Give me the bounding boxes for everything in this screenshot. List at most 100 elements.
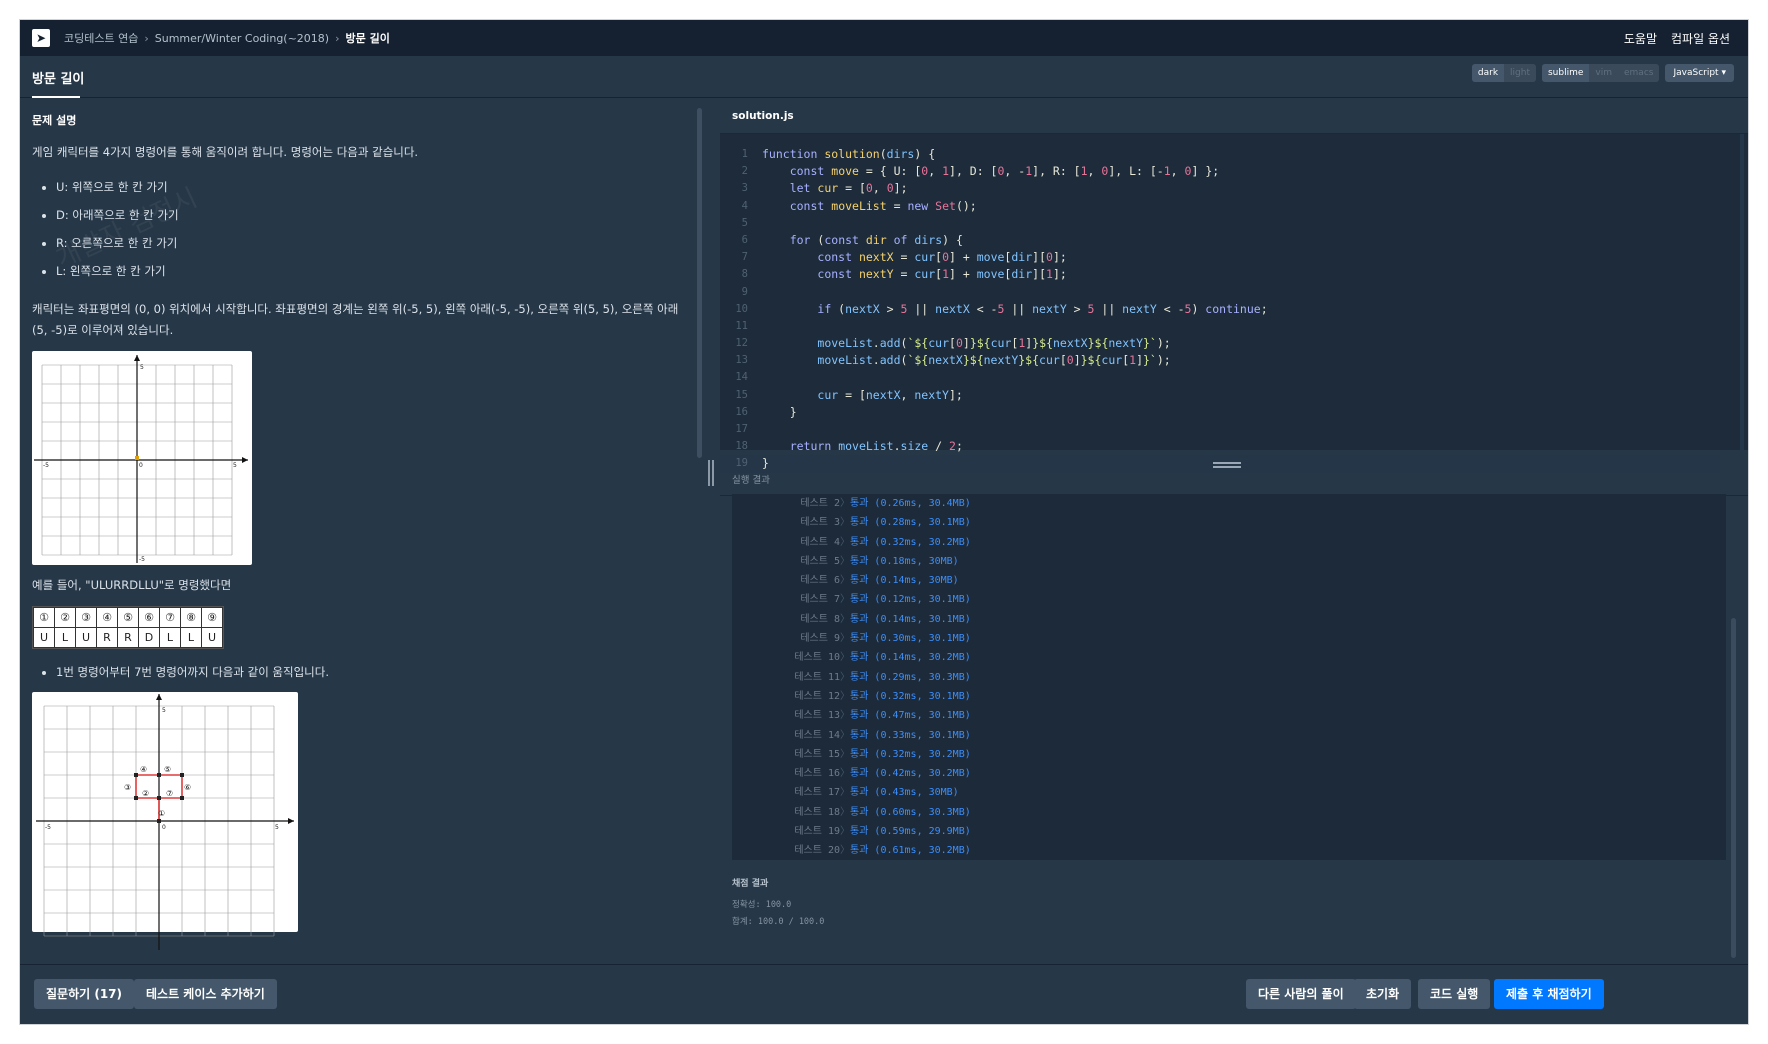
compile-options-link[interactable]: 컴파일 옵션 (1671, 30, 1730, 47)
step-label: ③ (124, 783, 131, 792)
list-item: 1번 명령어부터 7번 명령어까지 다음과 같이 움직입니다. (56, 658, 692, 686)
top-navigation-bar: ➤ 코딩테스트 연습 › Summer/Winter Coding(~2018)… (20, 20, 1748, 56)
table-cell: D (138, 627, 160, 648)
result-label: 실행 결과 (732, 475, 770, 486)
page-title: 방문 길이 (32, 72, 85, 87)
code-lines[interactable]: 1 function solution(dirs) { 2 const move … (720, 146, 1720, 473)
panel-resize-handle[interactable] (708, 460, 714, 486)
solution-panel: solution.js 1 function solution(dirs) { 2… (720, 98, 1748, 964)
problem-header: 방문 길이 dark light sublime vim emacs JavaS… (20, 56, 1748, 98)
result-list: 테스트 2 〉 통과 (0.26ms, 30.4MB) 테스트 3 〉 통과 (0.28… (732, 494, 1726, 860)
list-item: 테스트 12 〉 통과 (0.32ms, 30.1MB) (794, 690, 971, 702)
line-number: 9 (741, 285, 748, 298)
axis-label-y-min: -5 (139, 556, 145, 563)
question-button[interactable]: 질문하기 (17) (34, 979, 135, 1009)
step-label: ⑥ (184, 783, 191, 792)
keymap-vim-option[interactable]: vim (1589, 64, 1618, 82)
table-cell: ④ (96, 607, 118, 628)
example-list: 1번 명령어부터 7번 명령어까지 다음과 같이 움직입니다. (32, 658, 692, 686)
table-cell: ① (33, 607, 55, 628)
list-item: 테스트 2 〉 통과 (0.26ms, 30.4MB) (800, 498, 971, 509)
table-cell: ⑦ (159, 607, 181, 628)
submit-button[interactable]: 제출 후 채점하기 (1494, 979, 1604, 1009)
result-output[interactable]: 테스트 2 〉 통과 (0.26ms, 30.4MB) 테스트 3 〉 통과 (0.28… (732, 494, 1726, 860)
add-testcase-button[interactable]: 테스트 케이스 추가하기 (134, 979, 277, 1009)
app-window: ➤ 코딩테스트 연습 › Summer/Winter Coding(~2018)… (20, 20, 1748, 1024)
command-sequence-table: ① ② ③ ④ ⑤ ⑥ ⑦ ⑧ ⑨ U L U R R D L L U (32, 606, 224, 649)
grading-summary: 채점 결과 정확성: 100.0 합계: 100.0 / 100.0 (732, 876, 824, 931)
others-solution-button[interactable]: 다른 사람의 풀이 (1246, 979, 1356, 1009)
total-score: 합계: 100.0 / 100.0 (732, 917, 825, 927)
axis-label-origin: 0 (139, 462, 143, 469)
problem-scrollbar[interactable] (697, 108, 702, 458)
list-item: 테스트 18 〉 통과 (0.60ms, 30.3MB) (794, 806, 971, 818)
table-cell: L (54, 627, 76, 648)
table-cell: U (201, 627, 223, 648)
line-number: 15 (735, 388, 748, 401)
line-number: 2 (741, 165, 748, 178)
example-intro: 예를 들어, "ULURRDLLU"로 명령했다면 (32, 578, 232, 592)
breadcrumb-item-category[interactable]: Summer/Winter Coding(~2018) (155, 32, 329, 45)
keymap-sublime-option[interactable]: sublime (1541, 64, 1590, 82)
line-number: 11 (735, 319, 748, 332)
editor-scrollbar[interactable] (1740, 134, 1744, 450)
result-scrollbar[interactable] (1731, 618, 1736, 958)
table-cell: L (180, 627, 202, 648)
list-item: 테스트 3 〉 통과 (0.28ms, 30.1MB) (800, 517, 971, 529)
axis-label-y-max: 5 (140, 364, 144, 371)
table-cell: ③ (75, 607, 97, 628)
list-item: 테스트 4 〉 통과 (0.32ms, 30.2MB) (800, 536, 971, 548)
problem-description-panel[interactable]: 개발자 검정시 문제 설명 게임 캐릭터를 4가지 명령어를 통해 움직이려 합… (20, 98, 706, 964)
language-label: JavaScript (1673, 68, 1719, 78)
breadcrumb: 코딩테스트 연습 › Summer/Winter Coding(~2018) ›… (64, 30, 390, 46)
list-item: 테스트 19 〉 통과 (0.59ms, 29.9MB) (794, 826, 971, 838)
list-item: 테스트 14 〉 통과 (0.33ms, 30.1MB) (794, 729, 971, 741)
table-cell: U (33, 627, 55, 648)
run-code-button[interactable]: 코드 실행 (1418, 979, 1491, 1009)
axis-label-x-max: 5 (275, 824, 279, 831)
list-item: 테스트 9 〉 통과 (0.30ms, 30.1MB) (800, 633, 971, 645)
axis-label-x-min: -5 (45, 824, 51, 831)
list-item: 테스트 5 〉 통과 (0.18ms, 30MB) (800, 555, 959, 567)
axis-label-x-max: 5 (233, 462, 237, 469)
list-item: 테스트 17 〉 통과 (0.43ms, 30MB) (794, 787, 959, 799)
command-list: U: 위쪽으로 한 칸 가기 D: 아래쪽으로 한 칸 가기 R: 오른쪽으로 … (32, 173, 692, 285)
editor-resize-handle[interactable] (1213, 462, 1241, 468)
line-number: 8 (741, 268, 748, 281)
file-tab-solution[interactable]: solution.js (732, 110, 794, 122)
problem-desc-coordinates: 캐릭터는 좌표평면의 (0, 0) 위치에서 시작합니다. 좌표평면의 경계는 … (32, 302, 679, 337)
line-number: 4 (741, 199, 748, 212)
list-item: 테스트 8 〉 통과 (0.14ms, 30.1MB) (800, 613, 971, 625)
line-number: 12 (735, 337, 748, 350)
coordinate-grid-svg: 5 -5 0 5 -5 (34, 355, 248, 563)
line-number: 1 (741, 148, 748, 160)
movement-path-figure: ① ② ③ ④ ⑤ ⑥ ⑦ 5 -5 0 5 (32, 692, 298, 950)
breadcrumb-item-practice[interactable]: 코딩테스트 연습 (64, 30, 138, 46)
grading-title: 채점 결과 (732, 879, 769, 889)
top-links: 도움말 컴파일 옵션 (1624, 20, 1730, 56)
line-number: 14 (735, 371, 748, 384)
theme-dark-option[interactable]: dark (1471, 64, 1505, 82)
table-cell: ⑥ (138, 607, 160, 628)
movement-path-svg: ① ② ③ ④ ⑤ ⑥ ⑦ 5 -5 0 5 (36, 694, 294, 950)
keymap-toggle: sublime vim emacs (1541, 64, 1660, 82)
line-number: 3 (741, 182, 748, 195)
line-number: 13 (735, 354, 748, 367)
theme-light-option[interactable]: light (1504, 64, 1536, 82)
reset-button[interactable]: 초기화 (1354, 979, 1412, 1009)
list-item: L: 왼쪽으로 한 칸 가기 (56, 257, 692, 285)
help-link[interactable]: 도움말 (1624, 30, 1657, 47)
code-editor[interactable]: 1 function solution(dirs) { 2 const move … (720, 134, 1748, 473)
line-number: 7 (741, 251, 748, 264)
action-bar: 질문하기 (17) 테스트 케이스 추가하기 다른 사람의 풀이 초기화 코드 … (20, 964, 1748, 1024)
step-label: ④ (140, 765, 147, 774)
list-item: 테스트 6 〉 통과 (0.14ms, 30MB) (800, 575, 959, 587)
keymap-emacs-option[interactable]: emacs (1618, 64, 1659, 82)
problem-intro: 게임 캐릭터를 4가지 명령어를 통해 움직이려 합니다. 명령어는 다음과 같… (32, 145, 419, 159)
language-select[interactable]: JavaScript ▾ (1665, 64, 1734, 82)
step-label: ② (142, 789, 149, 798)
chevron-right-icon: › (144, 31, 149, 45)
programmers-logo-icon[interactable]: ➤ (32, 29, 50, 47)
step-label: ⑤ (164, 765, 171, 774)
accuracy-score: 정확성: 100.0 (732, 900, 792, 910)
